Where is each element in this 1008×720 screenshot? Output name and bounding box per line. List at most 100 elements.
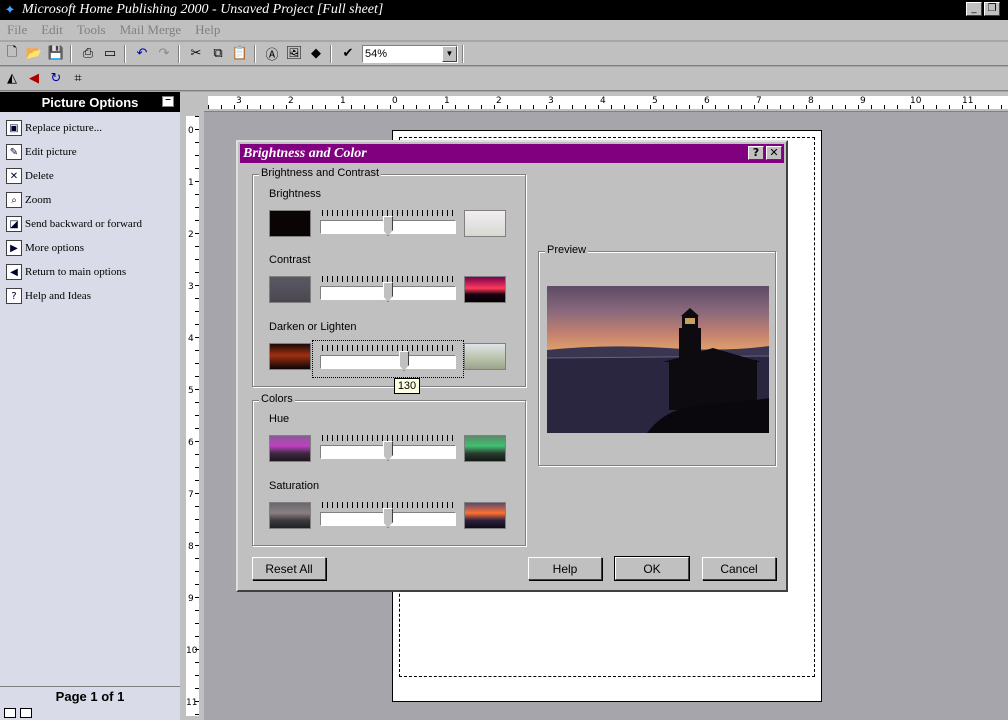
ruler-label: 6 [188,438,194,448]
restore-button[interactable]: ❐ [984,2,1000,16]
option-label: Edit picture [25,146,77,158]
option-more-options[interactable]: ▶ More options [0,236,180,260]
delete-x-icon: ✕ [6,168,22,184]
contrast-slider[interactable] [320,276,456,302]
cut-icon[interactable]: ✂ [186,44,206,64]
paste-icon[interactable]: 📋 [230,44,250,64]
flip-vertical-icon[interactable]: ◀ [24,69,44,89]
option-zoom[interactable]: ⌕ Zoom [0,188,180,212]
saturation-label: Saturation [269,480,320,492]
app-logo-icon: ✦ [4,2,16,17]
brightness-slider[interactable] [320,210,456,236]
magnifier-icon: ⌕ [6,192,22,208]
horizontal-ruler-strip: 3 2 1 0 1 2 3 4 5 6 7 8 9 10 11 [208,96,1008,109]
undo-icon[interactable]: ↶ [132,44,152,64]
ruler-label: 3 [188,282,194,292]
option-replace-picture[interactable]: ▣ Replace picture... [0,116,180,140]
ok-button[interactable]: OK [614,556,690,581]
collapse-icon[interactable]: – [162,95,174,107]
menu-tools[interactable]: Tools [70,22,113,38]
vertical-ruler-strip: 0 1 2 3 4 5 6 7 8 9 10 11 [186,116,199,716]
ruler-label: 1 [188,178,194,188]
saturation-slider[interactable] [320,502,456,528]
save-icon[interactable]: 💾 [46,44,66,64]
insert-picture-icon[interactable]: 🖼 [284,44,304,64]
menu-help[interactable]: Help [188,22,227,38]
option-label: Return to main options [25,266,127,278]
darken-thumbnail [269,343,311,370]
crop-icon[interactable]: ⌗ [68,69,88,89]
dialog-help-button[interactable]: ? [748,146,764,160]
ruler-label: 3 [236,96,242,106]
brightness-label: Brightness [269,188,321,200]
ruler-label: 9 [188,594,194,604]
horizontal-ruler[interactable]: 3 2 1 0 1 2 3 4 5 6 7 8 9 10 11 [204,92,1008,112]
layers-icon: ◪ [6,216,22,232]
hue-left-thumbnail [269,435,311,462]
ruler-label: 3 [548,96,554,106]
panel-header: Picture Options – [0,92,180,112]
page-indicator: Page 1 of 1 [0,686,180,706]
flip-horizontal-icon[interactable]: ◭ [2,69,22,89]
menu-edit[interactable]: Edit [34,22,70,38]
cancel-button[interactable]: Cancel [702,557,776,580]
slider-ticks [322,210,454,216]
ruler-label: 0 [392,96,398,106]
contrast-label: Contrast [269,254,311,266]
spellcheck-icon[interactable]: ✔ [338,44,358,64]
page-thumb-icon[interactable] [20,708,32,718]
option-send-backward-forward[interactable]: ◪ Send backward or forward [0,212,180,236]
brightness-dark-thumbnail [269,210,311,237]
rotate-icon[interactable]: ↻ [46,69,66,89]
ruler-label: 5 [188,386,194,396]
ruler-label: 10 [186,646,198,656]
insert-text-icon[interactable]: Ⓐ [262,44,282,64]
open-folder-icon[interactable]: 📂 [24,44,44,64]
ruler-label: 4 [188,334,194,344]
preview-group: Preview [538,244,776,466]
slider-track [320,355,456,369]
ruler-label: 4 [600,96,606,106]
menu-mail-merge[interactable]: Mail Merge [113,22,189,38]
ruler-label: 2 [188,230,194,240]
slider-ticks [322,435,454,441]
option-label: Zoom [25,194,52,206]
insert-shape-icon[interactable]: ◆ [306,44,326,64]
pencil-icon: ✎ [6,144,22,160]
option-delete[interactable]: ✕ Delete [0,164,180,188]
print-icon[interactable]: ⎙ [78,44,98,64]
redo-icon[interactable]: ↷ [154,44,174,64]
page-thumb-icon[interactable] [4,708,16,718]
toolbar-separator [254,44,256,63]
ruler-label: 11 [962,96,974,106]
picture-options-panel: Picture Options – ▣ Replace picture... ✎… [0,92,180,720]
dialog-close-button[interactable]: ✕ [766,146,782,160]
right-arrow-icon: ▶ [6,240,22,256]
option-return-main[interactable]: ◀ Return to main options [0,260,180,284]
contrast-low-thumbnail [269,276,311,303]
option-edit-picture[interactable]: ✎ Edit picture [0,140,180,164]
group-label: Preview [545,244,589,256]
minimize-button[interactable]: _ [966,2,982,16]
copy-icon[interactable]: ⧉ [208,44,228,64]
chevron-down-icon[interactable]: ▼ [442,45,457,62]
slider-value-tooltip: 130 [394,378,420,394]
print-preview-icon[interactable]: ▭ [100,44,120,64]
panel-title: Picture Options [41,94,139,110]
menu-file[interactable]: File [0,22,34,38]
option-help-ideas[interactable]: ? Help and Ideas [0,284,180,308]
hue-slider[interactable] [320,435,456,461]
slider-ticks [322,502,454,508]
panel-options-list: ▣ Replace picture... ✎ Edit picture ✕ De… [0,116,180,308]
zoom-combo[interactable]: 54% ▼ [362,44,458,63]
option-label: More options [25,242,84,254]
darken-lighten-slider[interactable] [320,345,456,371]
zoom-value: 54% [365,47,388,60]
vertical-ruler[interactable]: 0 1 2 3 4 5 6 7 8 9 10 11 [180,112,204,720]
menu-bar: File Edit Tools Mail Merge Help [0,20,1008,40]
slider-ticks [322,276,454,282]
help-button[interactable]: Help [528,557,602,580]
reset-all-button[interactable]: Reset All [252,557,326,580]
new-document-icon[interactable]: 🗋 [2,44,22,64]
option-label: Replace picture... [25,122,102,134]
